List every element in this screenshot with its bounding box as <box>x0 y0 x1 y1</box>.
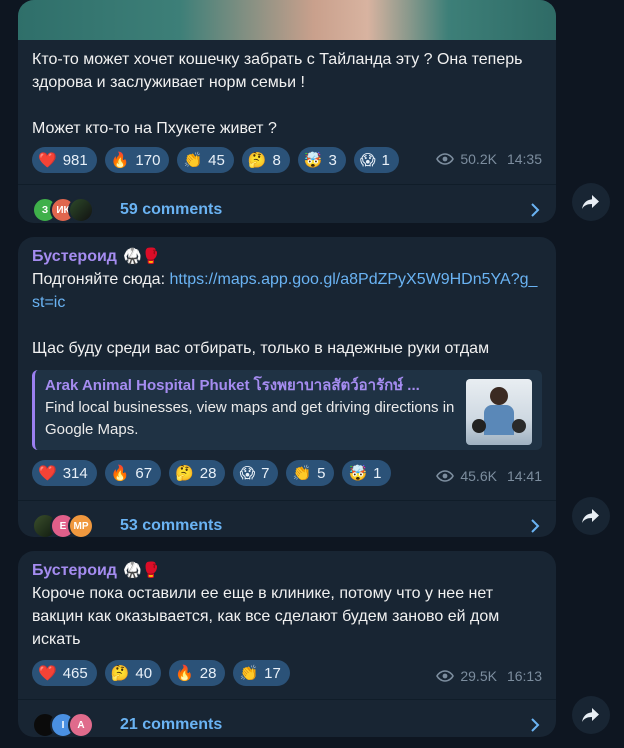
message-meta: 50.2K 14:35 <box>436 151 542 167</box>
reaction-fire[interactable]: 🔥 28 <box>169 660 226 686</box>
text-line: Может кто-то на Пхукете живет ? <box>32 120 277 137</box>
preview-title: Arak Animal Hospital Phuket โรงพยาบาลสัต… <box>45 377 420 394</box>
view-count: 29.5K <box>460 668 497 684</box>
message-bubble-2: Бустероид 🥋🥊 Подгоняйте сюда: https://ma… <box>18 237 556 537</box>
eye-icon <box>436 470 455 482</box>
reaction-fire[interactable]: 🔥 170 <box>104 147 170 173</box>
reaction-thinking[interactable]: 🤔 28 <box>169 460 226 486</box>
reaction-mindblown[interactable]: 🤯 1 <box>342 460 391 486</box>
author-name[interactable]: Бустероид 🥋🥊 <box>32 560 542 582</box>
reaction-heart[interactable]: ❤️ 465 <box>32 660 97 686</box>
avatar: A <box>68 712 94 737</box>
preview-thumbnail <box>466 379 532 445</box>
view-count: 50.2K <box>460 151 497 167</box>
message-text: Кто-то может хочет кошечку забрать с Тай… <box>32 48 542 140</box>
message-meta: 29.5K 16:13 <box>436 668 542 684</box>
text-line: здорова и заслуживает норм семьи ! <box>32 74 305 91</box>
chevron-right-icon <box>531 519 540 533</box>
eye-icon <box>436 153 455 165</box>
share-arrow-icon <box>582 708 599 722</box>
cat-photo-fragment[interactable] <box>18 0 556 40</box>
message-text: Короче пока оставили ее еще в клинике, п… <box>32 585 500 648</box>
comments-bar[interactable]: I A 21 comments <box>18 700 556 737</box>
reaction-heart[interactable]: ❤️ 314 <box>32 460 97 486</box>
reaction-scream[interactable]: 😱 1 <box>353 147 399 173</box>
share-button[interactable] <box>572 696 610 734</box>
share-button[interactable] <box>572 497 610 535</box>
message-text: Подгоняйте сюда: https://maps.app.goo.gl… <box>32 271 538 357</box>
comments-bar[interactable]: E MP 53 comments <box>18 501 556 537</box>
chevron-right-icon <box>531 203 540 217</box>
commenter-avatars: З ИК <box>32 197 120 223</box>
message-time: 14:35 <box>506 151 542 167</box>
avatar <box>68 197 94 223</box>
message-time: 16:13 <box>506 668 542 684</box>
reactions-row: ❤️ 314 🔥 67 🤔 28 😱 7 👏 5 🤯 1 45.6K 14:41 <box>32 460 542 486</box>
comments-count[interactable]: 21 comments <box>120 716 222 734</box>
reaction-fire[interactable]: 🔥 67 <box>104 460 162 486</box>
comments-bar[interactable]: З ИК 59 comments <box>18 185 556 223</box>
reaction-mindblown[interactable]: 🤯 3 <box>297 147 346 173</box>
chevron-right-icon <box>531 718 540 732</box>
reaction-thinking[interactable]: 🤔 8 <box>241 147 290 173</box>
comments-count[interactable]: 59 comments <box>120 201 222 219</box>
share-button[interactable] <box>572 183 610 221</box>
message-time: 14:41 <box>506 468 542 484</box>
reaction-clap[interactable]: 👏 45 <box>177 147 234 173</box>
share-arrow-icon <box>582 195 599 209</box>
link-preview[interactable]: Arak Animal Hospital Phuket โรงพยาบาลสัต… <box>32 370 542 450</box>
comments-count[interactable]: 53 comments <box>120 517 222 535</box>
author-name[interactable]: Бустероид 🥋🥊 <box>32 246 542 268</box>
view-count: 45.6K <box>460 468 497 484</box>
reactions-row: ❤️ 465 🤔 40 🔥 28 👏 17 29.5K 16:13 <box>32 660 542 686</box>
commenter-avatars: I A <box>32 712 120 737</box>
preview-description: Find local businesses, view maps and get… <box>45 399 455 438</box>
reaction-clap[interactable]: 👏 5 <box>286 460 335 486</box>
author-emoji-status: 🥋🥊 <box>122 562 161 579</box>
reaction-thinking[interactable]: 🤔 40 <box>104 660 162 686</box>
share-arrow-icon <box>582 509 599 523</box>
reaction-scream[interactable]: 😱 7 <box>233 460 279 486</box>
eye-icon <box>436 670 455 682</box>
text-line: Кто-то может хочет кошечку забрать с Тай… <box>32 51 523 68</box>
reaction-heart[interactable]: ❤️ 981 <box>32 147 97 173</box>
message-bubble-1: Кто-то может хочет кошечку забрать с Тай… <box>18 0 556 223</box>
avatar: MP <box>68 513 94 537</box>
commenter-avatars: E MP <box>32 513 120 537</box>
message-meta: 45.6K 14:41 <box>436 468 542 484</box>
reaction-clap[interactable]: 👏 17 <box>233 660 290 686</box>
author-emoji-status: 🥋🥊 <box>122 248 161 265</box>
reactions-row: ❤️ 981 🔥 170 👏 45 🤔 8 🤯 3 😱 1 50.2K 14:35 <box>32 147 542 173</box>
message-bubble-3: Бустероид 🥋🥊 Короче пока оставили ее еще… <box>18 551 556 737</box>
